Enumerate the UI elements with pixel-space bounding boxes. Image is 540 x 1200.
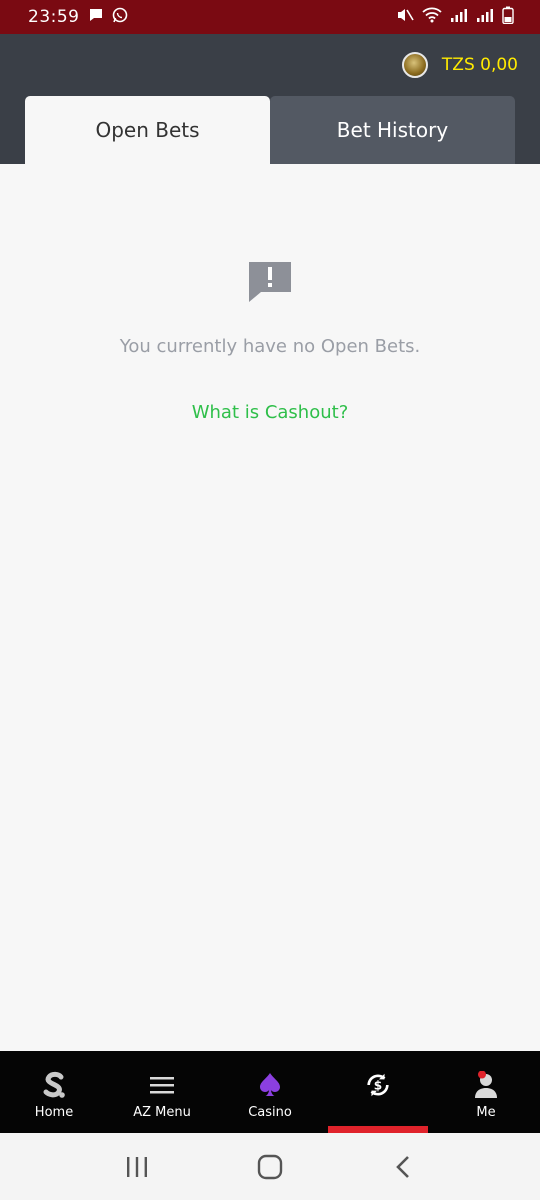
recent-apps-icon[interactable] — [117, 1147, 157, 1187]
mute-icon — [396, 7, 414, 27]
alert-message-icon — [247, 260, 293, 304]
nav-az-menu[interactable]: AZ Menu — [108, 1051, 216, 1133]
nav-az-menu-label: AZ Menu — [133, 1105, 191, 1120]
balance-area[interactable]: TZS 0,00 — [401, 52, 518, 78]
nav-me[interactable]: Me — [432, 1051, 540, 1133]
signal-icon — [476, 7, 494, 27]
bottom-nav: Home AZ Menu Casino $ Me — [0, 1051, 540, 1133]
balance-amount: TZS 0,00 — [441, 55, 518, 75]
nav-casino[interactable]: Casino — [216, 1051, 324, 1133]
home-button-icon[interactable] — [250, 1147, 290, 1187]
tab-bet-history[interactable]: Bet History — [270, 96, 515, 164]
status-left: 23:59 — [28, 7, 128, 27]
what-is-cashout-link[interactable]: What is Cashout? — [0, 402, 540, 423]
status-time: 23:59 — [28, 7, 80, 27]
bets-tabs: Open Bets Bet History — [25, 96, 515, 164]
hamburger-icon — [148, 1071, 176, 1099]
wifi-icon — [422, 7, 442, 27]
battery-icon — [502, 6, 514, 28]
nav-home[interactable]: Home — [0, 1051, 108, 1133]
signal-icon — [450, 7, 468, 27]
back-icon[interactable] — [383, 1147, 423, 1187]
status-right — [396, 6, 514, 28]
home-s-icon — [40, 1071, 68, 1099]
cashout-icon: $ — [364, 1071, 392, 1099]
whatsapp-icon — [112, 7, 128, 27]
empty-state-message: You currently have no Open Bets. — [119, 336, 421, 357]
nav-home-label: Home — [34, 1105, 74, 1120]
status-bar: 23:59 — [0, 0, 540, 34]
nav-cashout[interactable]: $ — [324, 1051, 432, 1133]
message-icon — [88, 7, 104, 27]
tab-open-bets[interactable]: Open Bets — [25, 96, 270, 164]
coin-avatar-icon[interactable] — [401, 52, 428, 78]
header: TZS 0,00 Open Bets Bet History — [0, 34, 540, 164]
spade-icon — [256, 1071, 284, 1099]
user-icon — [472, 1071, 500, 1099]
svg-text:$: $ — [374, 1079, 382, 1093]
nav-me-label: Me — [476, 1105, 496, 1120]
system-nav-bar — [0, 1133, 540, 1200]
nav-casino-label: Casino — [248, 1105, 292, 1120]
